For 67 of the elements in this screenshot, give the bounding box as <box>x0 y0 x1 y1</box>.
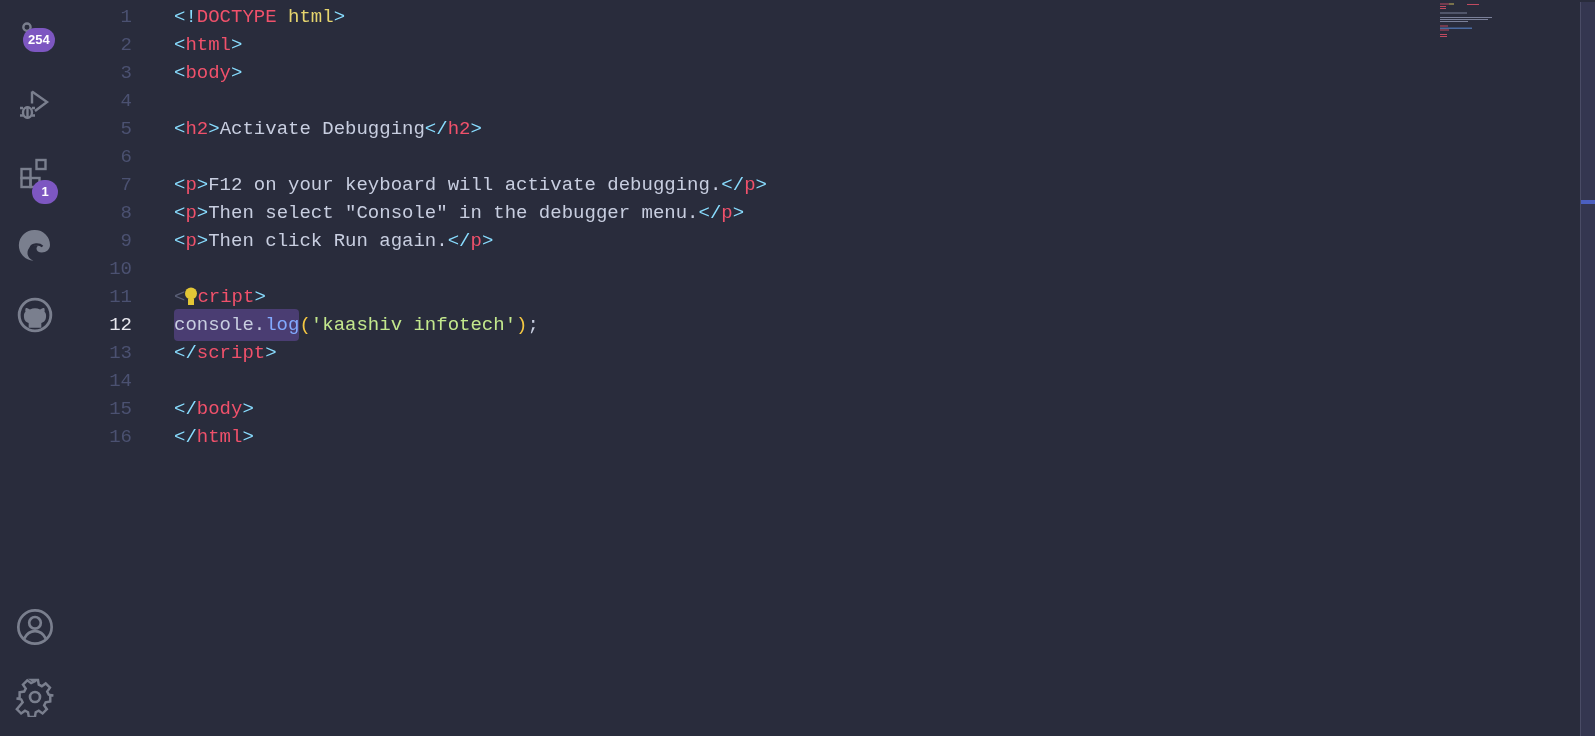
code-token: p <box>721 200 733 226</box>
code-token: > <box>231 32 243 58</box>
code-token: < <box>174 284 186 310</box>
code-token: body <box>196 396 243 422</box>
code-token: ; <box>527 312 539 338</box>
code-token: </ <box>174 396 197 422</box>
code-token: > <box>231 60 243 86</box>
scrollbar[interactable] <box>1580 2 1595 736</box>
code-token: Activate Debugging <box>219 116 425 142</box>
code-token: ) <box>516 312 528 338</box>
count-badge: 1 <box>32 180 58 204</box>
code-token: > <box>254 284 266 310</box>
code-token: > <box>732 200 745 226</box>
code-token: < <box>174 116 186 142</box>
code-token: p <box>185 172 197 198</box>
code-token: > <box>196 172 209 198</box>
code-token: > <box>265 340 277 366</box>
code-token: p <box>185 228 197 254</box>
code-token: > <box>242 424 254 450</box>
code-token: p <box>185 200 197 226</box>
code-token: </ <box>424 116 448 142</box>
code-token: h2 <box>185 116 209 142</box>
code-token: > <box>333 4 346 30</box>
activity-bar-button[interactable]: 254 <box>7 7 63 63</box>
count-badge: 254 <box>23 28 55 52</box>
code-token: > <box>470 116 482 142</box>
user-icon <box>15 607 55 647</box>
wave-logo-icon <box>17 227 53 263</box>
code-token: log <box>265 308 300 342</box>
code-token: html <box>287 4 334 30</box>
code-token: </ <box>174 424 197 450</box>
code-token: > <box>196 228 209 254</box>
code-token: < <box>174 60 186 86</box>
code-token: body <box>185 60 231 86</box>
code-token: F12 on your keyboard will activate debugging. <box>208 172 722 198</box>
code-token: p <box>470 228 482 254</box>
code-token: DOCTYPE <box>196 4 277 30</box>
code-token: script <box>196 340 266 366</box>
code-token: 'kaashiv infotech' <box>310 312 517 338</box>
line-number: 12 <box>108 312 132 338</box>
code-token: p <box>744 172 756 198</box>
code-token: < <box>174 172 186 198</box>
lightbulb-icon[interactable] <box>185 287 198 307</box>
code-token: > <box>755 172 767 198</box>
settings-icon <box>15 677 55 717</box>
code-token: h2 <box>447 116 471 142</box>
code-token: > <box>208 116 220 142</box>
activity-bar-button[interactable]: 1 <box>7 147 63 203</box>
code-token: < <box>174 228 186 254</box>
code-token: Then click Run again. <box>208 228 448 254</box>
code-token: </ <box>447 228 471 254</box>
code-token: ( <box>299 312 311 338</box>
cat-logo-icon <box>16 296 54 334</box>
code-token: console. <box>174 308 266 342</box>
code-token: </ <box>698 200 722 226</box>
code-token: html <box>185 32 231 58</box>
code-token: </ <box>174 340 197 366</box>
code-token: < <box>174 200 186 226</box>
code-token: > <box>242 396 254 422</box>
code-token: > <box>196 200 209 226</box>
code-token: cript <box>197 284 255 310</box>
code-token: html <box>196 424 243 450</box>
code-token: > <box>481 228 494 254</box>
code-token: </ <box>721 172 745 198</box>
code-token: <! <box>174 4 197 30</box>
code-token: < <box>174 32 186 58</box>
code-token: Then select "Console" in the debugger menu. <box>208 200 699 226</box>
